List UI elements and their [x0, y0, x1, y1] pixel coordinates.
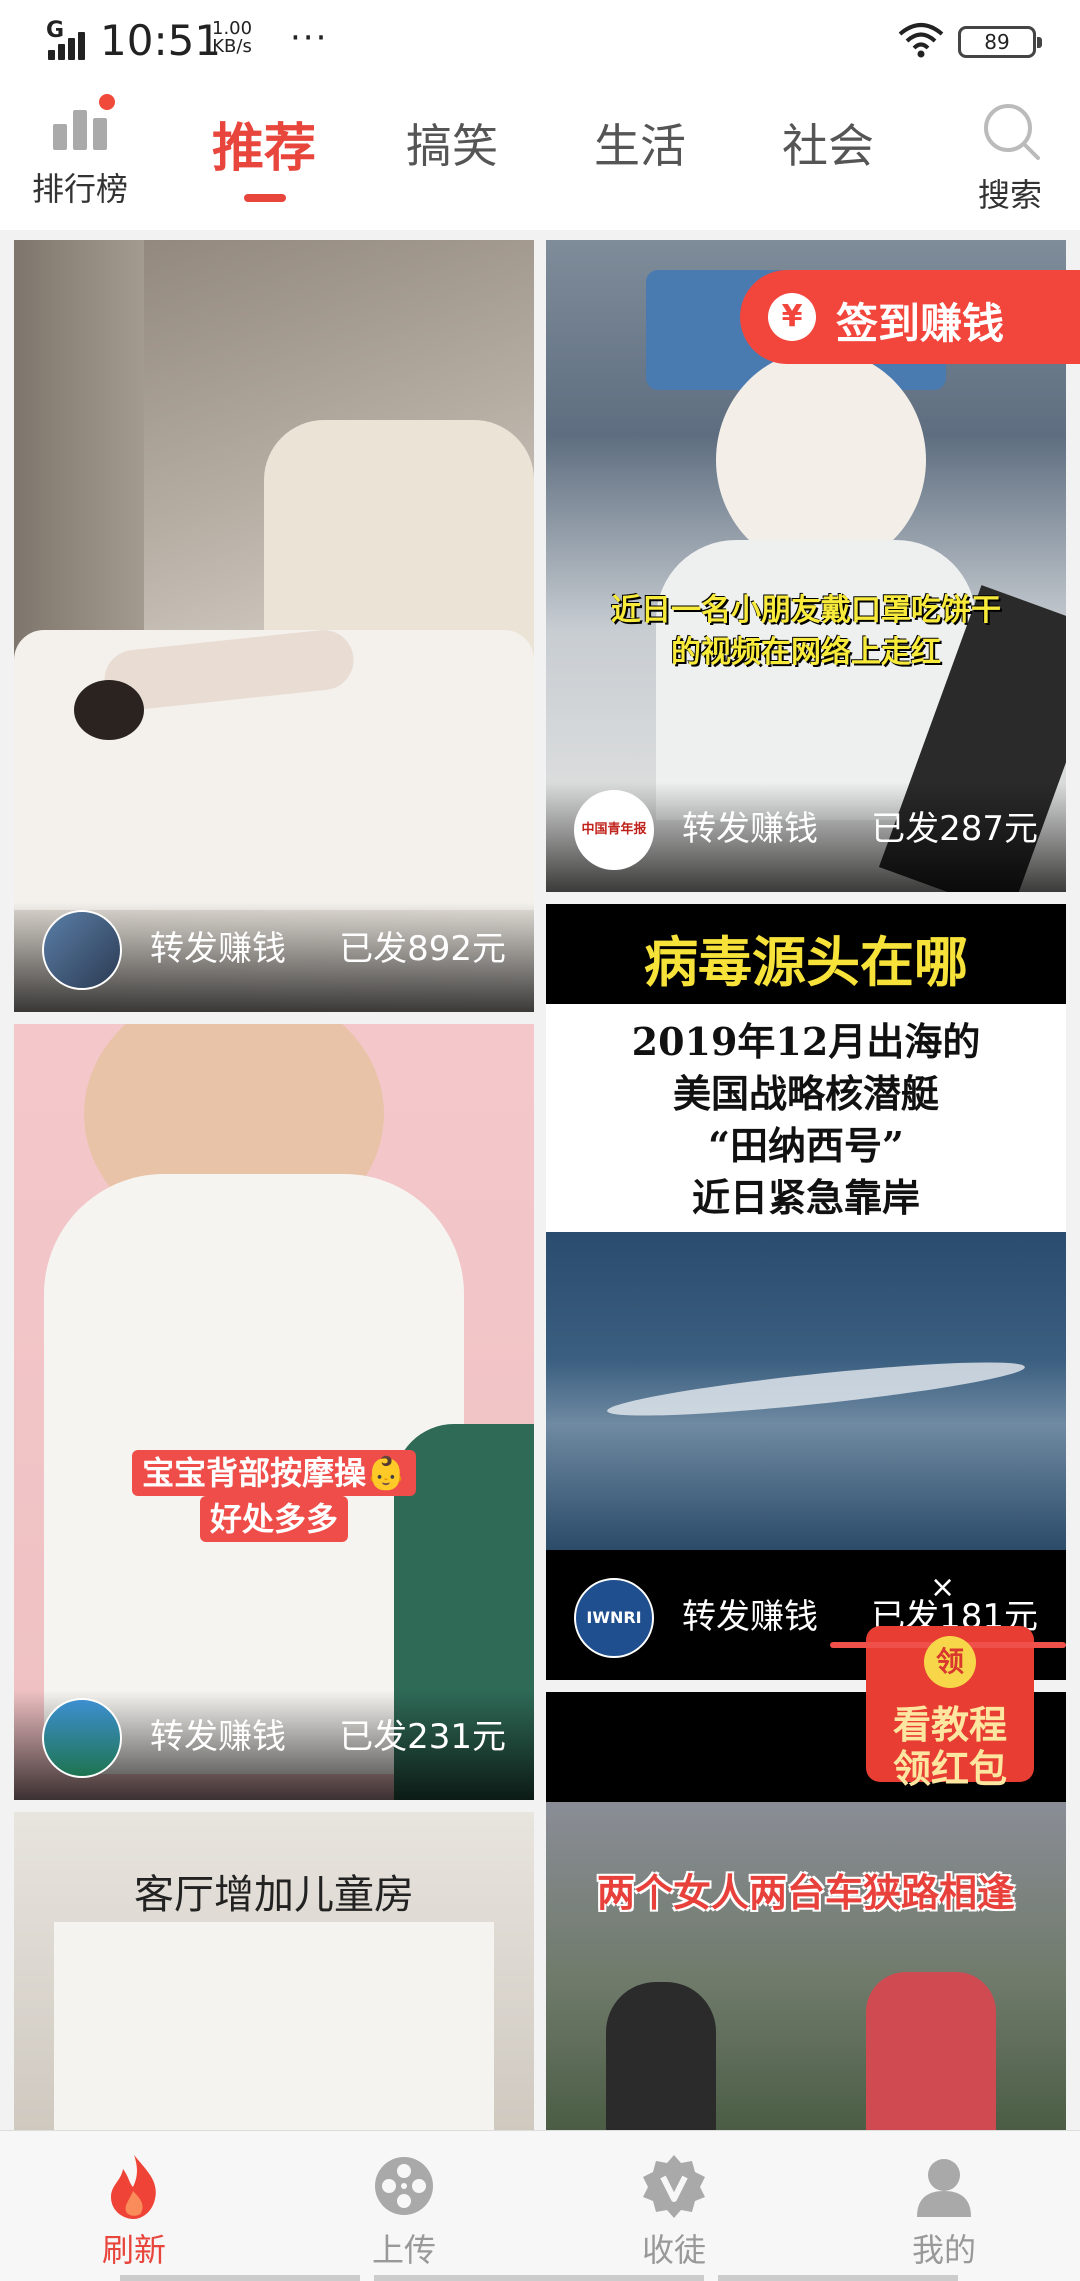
earned-amount: 已发231元	[339, 1717, 506, 1757]
sign-in-earn-label: 签到赚钱	[836, 299, 1005, 348]
v-badge-icon	[643, 2155, 705, 2218]
notification-dot	[99, 94, 115, 110]
film-reel-icon	[375, 2157, 433, 2215]
category-tabs: 推荐 搞笑 生活 社会	[200, 110, 900, 210]
flame-icon	[111, 2155, 156, 2219]
avatar-text: IWNRI	[586, 1608, 642, 1627]
nav-apprentice[interactable]: 收徒	[604, 2151, 744, 2271]
card-meta: 中国青年报 转发赚钱 已发287元	[546, 782, 1066, 892]
red-packet-line2: 领红包	[892, 1747, 1007, 1791]
active-tab-indicator	[244, 194, 286, 202]
caption-text: 宝宝背部按摩操👶 好处多多	[132, 1450, 416, 1542]
room-ceiling	[54, 1922, 494, 2130]
avatar	[42, 910, 122, 990]
rider-right	[866, 1972, 996, 2130]
video-caption: 近日一名小朋友戴口罩吃饼干 的视频在网络上走红	[611, 593, 1001, 670]
coin-icon: 领	[924, 1636, 976, 1688]
ranking-label: 排行榜	[31, 170, 128, 208]
avatar: 中国青年报	[574, 790, 654, 870]
nav-upload[interactable]: 上传	[334, 2151, 474, 2271]
video-caption: 两个女人两台车狭路相逢	[596, 1871, 1015, 1915]
video-caption: 客厅增加儿童房	[134, 1872, 414, 1918]
gesture-bar	[120, 2275, 360, 2281]
avatar	[42, 1698, 122, 1778]
battery-icon: 89	[958, 26, 1042, 58]
status-bar: G 10:51 1.00 KB/s ··· 89	[0, 0, 1080, 84]
more-notifications-icon: ···	[290, 18, 329, 58]
share-earn-label[interactable]: 转发赚钱	[682, 1589, 818, 1638]
tab-recommend[interactable]: 推荐	[212, 106, 316, 181]
nav-refresh-label: 刷新	[101, 2231, 166, 2269]
bar-chart-icon	[47, 94, 115, 154]
sign-in-earn-button[interactable]: ¥ 签到赚钱	[740, 270, 1080, 364]
nav-apprentice-label: 收徒	[641, 2231, 706, 2269]
nav-profile-label: 我的	[911, 2231, 976, 2269]
source-logo-text: 中国青年报	[581, 822, 647, 837]
network-type: G	[46, 18, 65, 43]
search-button[interactable]: 搜索	[960, 100, 1060, 220]
video-card[interactable]: 客厅增加儿童房	[14, 1812, 534, 2130]
battery-level: 89	[984, 30, 1010, 54]
search-icon	[984, 104, 1040, 160]
nav-profile[interactable]: 我的	[874, 2151, 1014, 2271]
video-subheadline: 2019年12月出海的 美国战略核潜艇 “田纳西号” 近日紧急靠岸	[631, 1019, 981, 1220]
red-packet-widget[interactable]: × 领 看教程 领红包	[826, 1570, 1070, 1800]
top-navigation: 排行榜 推荐 搞笑 生活 社会 搜索	[0, 84, 1080, 230]
nav-refresh[interactable]: 刷新	[64, 2151, 204, 2271]
video-card[interactable]: 转发赚钱 已发892元	[14, 240, 534, 1012]
avatar: IWNRI	[574, 1578, 654, 1658]
baby-head	[716, 350, 926, 570]
ranking-button[interactable]: 排行榜	[24, 94, 136, 218]
yen-icon: ¥	[768, 293, 816, 341]
gesture-bar	[718, 2275, 958, 2281]
earned-amount: 已发892元	[339, 929, 506, 969]
bottom-navigation: 刷新 上传 收徒 我的	[0, 2130, 1080, 2281]
video-caption: 宝宝背部按摩操👶 好处多多	[124, 1404, 424, 1542]
video-card[interactable]: 宝宝背部按摩操👶 好处多多 转发赚钱 已发231元	[14, 1024, 534, 1800]
share-earn-label[interactable]: 转发赚钱	[682, 801, 818, 850]
person-hair	[74, 680, 144, 740]
gesture-bar	[374, 2275, 704, 2281]
video-headline: 病毒源头在哪	[644, 931, 968, 994]
signal-icon: G	[44, 18, 94, 62]
search-label: 搜索	[977, 176, 1042, 214]
network-speed: 1.00 KB/s	[212, 20, 252, 56]
rider-left	[606, 1982, 716, 2130]
share-earn-label[interactable]: 转发赚钱	[150, 1709, 286, 1758]
clock: 10:51	[100, 16, 222, 65]
share-earn-label[interactable]: 转发赚钱	[150, 921, 286, 970]
tab-funny[interactable]: 搞笑	[406, 110, 498, 176]
speed-unit: KB/s	[212, 36, 252, 57]
user-icon	[917, 2159, 971, 2217]
card-meta: 转发赚钱 已发231元	[14, 1690, 534, 1800]
card-meta: 转发赚钱 已发892元	[14, 902, 534, 1012]
close-icon[interactable]: ×	[930, 1570, 955, 1605]
tab-life[interactable]: 生活	[594, 110, 686, 176]
tab-society[interactable]: 社会	[782, 110, 874, 176]
nav-upload-label: 上传	[371, 2231, 436, 2269]
earned-amount: 已发287元	[871, 809, 1038, 849]
video-card[interactable]: 病毒源头在哪 2019年12月出海的 美国战略核潜艇 “田纳西号” 近日紧急靠岸…	[546, 904, 1066, 1680]
wifi-icon	[898, 23, 944, 58]
